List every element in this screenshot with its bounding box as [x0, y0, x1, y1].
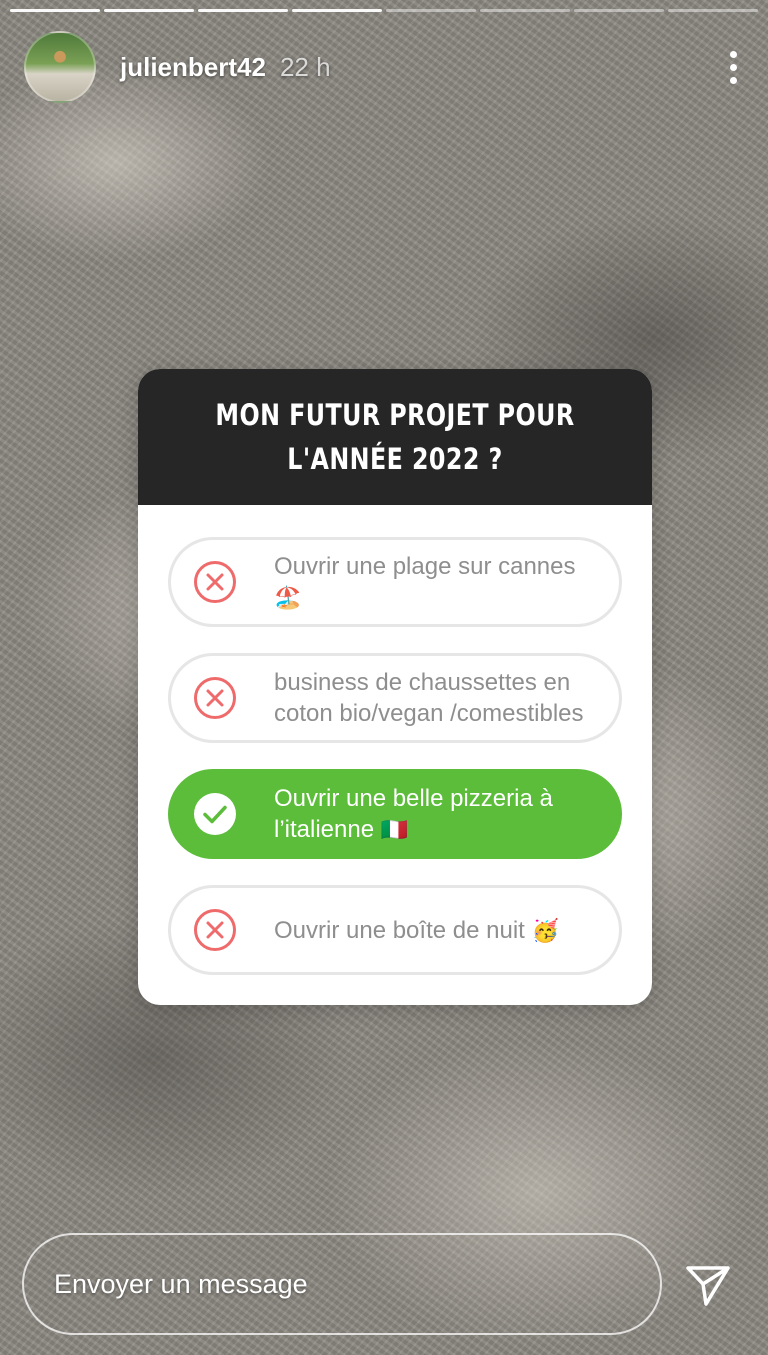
username[interactable]: julienbert42 [120, 52, 266, 83]
progress-segment [104, 9, 194, 12]
progress-segment [198, 9, 288, 12]
progress-segment [668, 9, 758, 12]
progress-segment [292, 9, 382, 12]
story-header: julienbert42 22 h [24, 30, 748, 104]
poll-option-label: Ouvrir une plage sur cannes [274, 553, 576, 580]
poll-options: Ouvrir une plage sur cannes 🏖️ business … [138, 505, 652, 975]
progress-segment [10, 9, 100, 12]
x-circle-icon [194, 677, 236, 719]
poll-option-label: Ouvrir une boîte de nuit [274, 916, 525, 944]
poll-option[interactable]: business de chaussettes en coton bio/veg… [168, 653, 622, 743]
check-circle-icon [194, 793, 236, 835]
message-input[interactable]: Envoyer un message [22, 1233, 662, 1335]
poll-option-label: business de chaussettes en coton bio/veg… [274, 669, 584, 727]
progress-segment [386, 9, 476, 12]
avatar[interactable] [24, 31, 96, 103]
poll-option-correct[interactable]: Ouvrir une belle pizzeria à l’italienne … [168, 769, 622, 859]
progress-segment [574, 9, 664, 12]
italy-flag-emoji: 🇮🇹 [380, 817, 409, 842]
poll-option-label: Ouvrir une belle pizzeria à l’italienne [274, 785, 553, 843]
progress-segment [480, 9, 570, 12]
story-progress-bar [10, 9, 758, 12]
poll-question-text: MON FUTUR PROJET POUR L'ANNÉE 2022 ? [215, 398, 575, 476]
more-vertical-icon[interactable] [718, 42, 748, 92]
send-icon[interactable] [684, 1260, 732, 1308]
x-circle-icon [194, 561, 236, 603]
poll-option[interactable]: Ouvrir une boîte de nuit 🥳 [168, 885, 622, 975]
poll-question: MON FUTUR PROJET POUR L'ANNÉE 2022 ? [138, 369, 652, 505]
x-circle-icon [194, 909, 236, 951]
poll-option[interactable]: Ouvrir une plage sur cannes 🏖️ [168, 537, 622, 627]
beach-umbrella-emoji: 🏖️ [274, 585, 302, 610]
post-time: 22 h [279, 51, 331, 82]
party-face-emoji: 🥳 [531, 917, 559, 943]
poll-sticker: MON FUTUR PROJET POUR L'ANNÉE 2022 ? Ouv… [138, 369, 652, 1005]
message-placeholder: Envoyer un message [54, 1268, 308, 1299]
